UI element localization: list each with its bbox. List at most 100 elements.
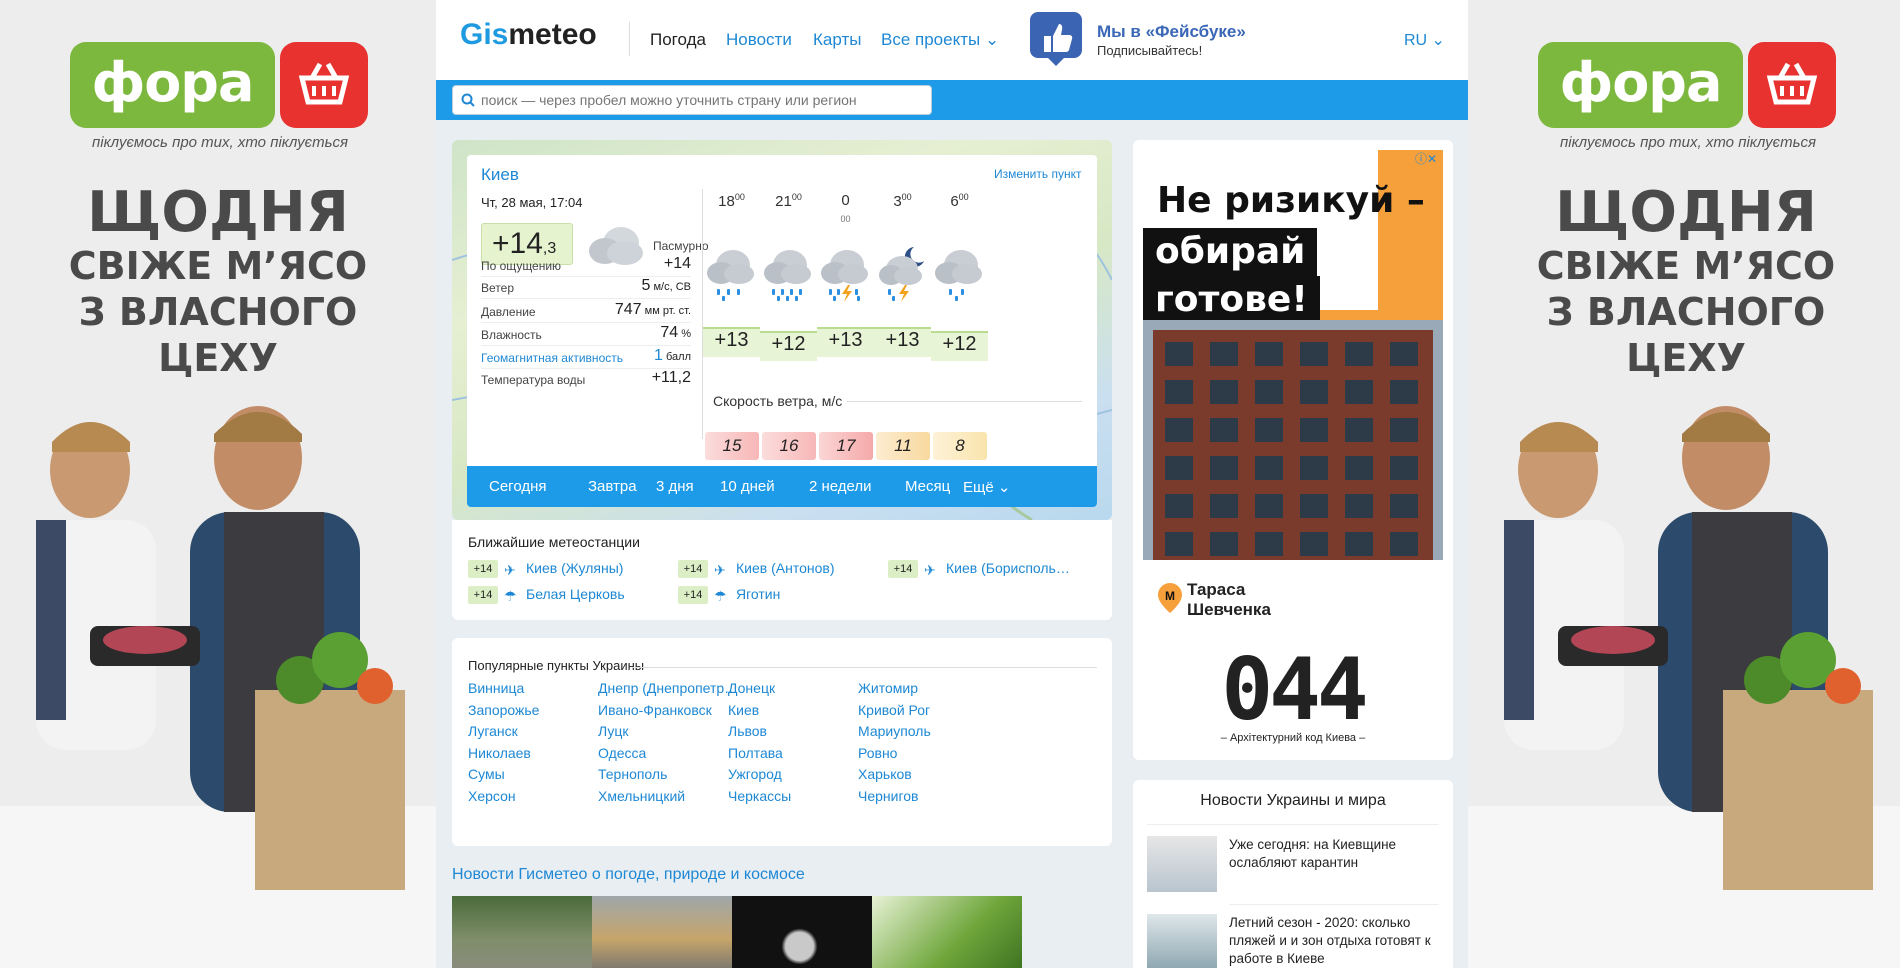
- nav-news[interactable]: Новости: [726, 30, 792, 50]
- city-link[interactable]: Житомир: [858, 680, 918, 696]
- city-link[interactable]: Харьков: [858, 766, 912, 782]
- detail-label: По ощущению: [481, 259, 562, 273]
- city-link[interactable]: Ивано-Франковск: [598, 702, 712, 718]
- tab-2-weeks[interactable]: 2 недели: [809, 478, 872, 495]
- ad-headline-2: СВІЖЕ М’ЯСО: [1536, 244, 1836, 288]
- logo-part-a: Gis: [460, 18, 509, 51]
- fora-logo: фора: [70, 42, 370, 130]
- news-thumb-nature[interactable]: [872, 896, 1022, 968]
- geomagnetic-link[interactable]: Геомагнитная активность: [481, 351, 623, 365]
- news-headline[interactable]: Уже сегодня: на Киевщине ослабляют каран…: [1229, 836, 1439, 872]
- basket-icon: [280, 42, 368, 128]
- city-link[interactable]: Запорожье: [468, 702, 539, 718]
- side-ad-right[interactable]: фора піклуємось про тих, хто піклується …: [1468, 0, 1900, 968]
- nav-all-projects[interactable]: Все проекты ⌄: [881, 30, 999, 50]
- station-item[interactable]: +14 ✈ Киев (Борисполь…: [888, 560, 1070, 579]
- main-column: Gismeteo Погода Новости Карты Все проект…: [436, 0, 1468, 968]
- news-box-title: Новости Украины и мира: [1200, 792, 1386, 809]
- wind-speed: 15: [705, 432, 759, 460]
- station-item[interactable]: +14 ☂ Яготин: [678, 586, 780, 605]
- change-location-link[interactable]: Изменить пункт: [994, 167, 1081, 181]
- ad-headline-1: ЩОДНЯ: [1555, 180, 1817, 245]
- city-link[interactable]: Донецк: [728, 680, 775, 696]
- ad-info-icon[interactable]: ⓘ✕: [1415, 150, 1437, 166]
- tab-month[interactable]: Месяц: [905, 478, 950, 495]
- news-item[interactable]: Уже сегодня: на Киевщине ослабляют каран…: [1147, 836, 1439, 898]
- station-link[interactable]: Киев (Жуляны): [526, 560, 623, 576]
- detail-wind: Ветер 5 м/с, СВ: [481, 277, 691, 299]
- detail-unit: м/с, СВ: [650, 281, 691, 293]
- city-link[interactable]: Ровно: [858, 745, 897, 761]
- city-link[interactable]: Полтава: [728, 745, 783, 761]
- city-name[interactable]: Киев: [481, 165, 519, 185]
- station-link[interactable]: Белая Церковь: [526, 586, 625, 602]
- station-link[interactable]: Киев (Антонов): [736, 560, 834, 576]
- nav-weather[interactable]: Погода: [650, 30, 706, 50]
- station-link[interactable]: Яготин: [736, 586, 780, 602]
- detail-geomagnetic[interactable]: Геомагнитная активность 1 балл: [481, 347, 691, 369]
- news-thumb-space[interactable]: [732, 896, 882, 968]
- tab-tomorrow[interactable]: Завтра: [588, 478, 637, 495]
- city-link[interactable]: Киев: [728, 702, 759, 718]
- tab-3-days[interactable]: 3 дня: [656, 478, 694, 495]
- city-link[interactable]: Сумы: [468, 766, 505, 782]
- language-selector[interactable]: RU ⌄: [1404, 30, 1445, 50]
- tab-more[interactable]: Ещё ⌄: [963, 478, 1010, 496]
- tab-today[interactable]: Сегодня: [489, 478, 547, 495]
- hour-temp: +12: [760, 331, 817, 361]
- divider: [1229, 904, 1439, 905]
- ad-line-3: готове!: [1143, 276, 1320, 324]
- city-link[interactable]: Чернигов: [858, 788, 918, 804]
- station-item[interactable]: +14 ✈ Киев (Антонов): [678, 560, 834, 579]
- station-item[interactable]: +14 ✈ Киев (Жуляны): [468, 560, 623, 579]
- news-thumb-street[interactable]: [592, 896, 742, 968]
- news-thumb-flood[interactable]: [452, 896, 602, 968]
- hour-minutes: 00: [791, 192, 802, 202]
- gismeteo-logo[interactable]: Gismeteo: [460, 18, 597, 52]
- facebook-like-icon[interactable]: [1028, 10, 1084, 68]
- banner-ad[interactable]: ⓘ✕ Не ризикуй – обирай готове! M Тараса …: [1133, 140, 1453, 760]
- facebook-title[interactable]: Мы в «Фейсбуке»: [1097, 22, 1246, 42]
- station-temp: +14: [678, 586, 708, 605]
- search-box[interactable]: [452, 85, 932, 115]
- city-link[interactable]: Хмельницкий: [598, 788, 685, 804]
- city-link[interactable]: Луцк: [598, 723, 629, 739]
- hour-temp: +13: [703, 327, 760, 357]
- basket-icon: [1748, 42, 1836, 128]
- ad-headline-2: СВІЖЕ М’ЯСО: [68, 244, 368, 288]
- wind-speed: 16: [762, 432, 816, 460]
- city-link[interactable]: Днепр (Днепропетр…: [598, 680, 738, 696]
- city-link[interactable]: Николаев: [468, 745, 531, 761]
- side-ad-left[interactable]: фора піклуємось про тих, хто піклується …: [0, 0, 436, 968]
- city-link[interactable]: Тернополь: [598, 766, 667, 782]
- city-link[interactable]: Одесса: [598, 745, 646, 761]
- station-link[interactable]: Киев (Борисполь…: [946, 560, 1070, 576]
- city-link[interactable]: Ужгород: [728, 766, 782, 782]
- thunder-rain-icon: [821, 250, 868, 302]
- gismeteo-news-title[interactable]: Новости Гисметео о погоде, природе и кос…: [452, 866, 805, 884]
- city-link[interactable]: Мариуполь: [858, 723, 931, 739]
- city-link[interactable]: Кривой Рог: [858, 702, 930, 718]
- hour-slot: 600: [931, 192, 988, 210]
- hour-slot: 2100: [760, 192, 817, 210]
- hour-value: 21: [775, 193, 792, 210]
- city-link[interactable]: Винница: [468, 680, 524, 696]
- rain-cloud-icon: [764, 250, 811, 301]
- ad-slogan: піклуємось про тих, хто піклується: [92, 134, 348, 151]
- plane-icon: ✈: [504, 562, 516, 579]
- wind-speed-label: Скорость ветра, м/с: [713, 393, 843, 409]
- night-thunder-icon: [879, 247, 924, 302]
- hour-slot: 0 00: [817, 192, 874, 226]
- ad-creative[interactable]: ⓘ✕ Не ризикуй – обирай готове! M Тараса …: [1143, 150, 1443, 750]
- city-link[interactable]: Черкассы: [728, 788, 791, 804]
- city-link[interactable]: Луганск: [468, 723, 518, 739]
- nav-maps[interactable]: Карты: [813, 30, 861, 50]
- search-input[interactable]: [481, 88, 921, 112]
- tab-10-days[interactable]: 10 дней: [720, 478, 775, 495]
- station-item[interactable]: +14 ☂ Белая Церковь: [468, 586, 625, 605]
- news-headline[interactable]: Летний сезон - 2020: сколько пляжей и и …: [1229, 914, 1439, 968]
- city-link[interactable]: Львов: [728, 723, 767, 739]
- news-item[interactable]: Летний сезон - 2020: сколько пляжей и и …: [1147, 914, 1439, 968]
- ad-headline-4: ЦЕХУ: [158, 336, 278, 380]
- city-link[interactable]: Херсон: [468, 788, 516, 804]
